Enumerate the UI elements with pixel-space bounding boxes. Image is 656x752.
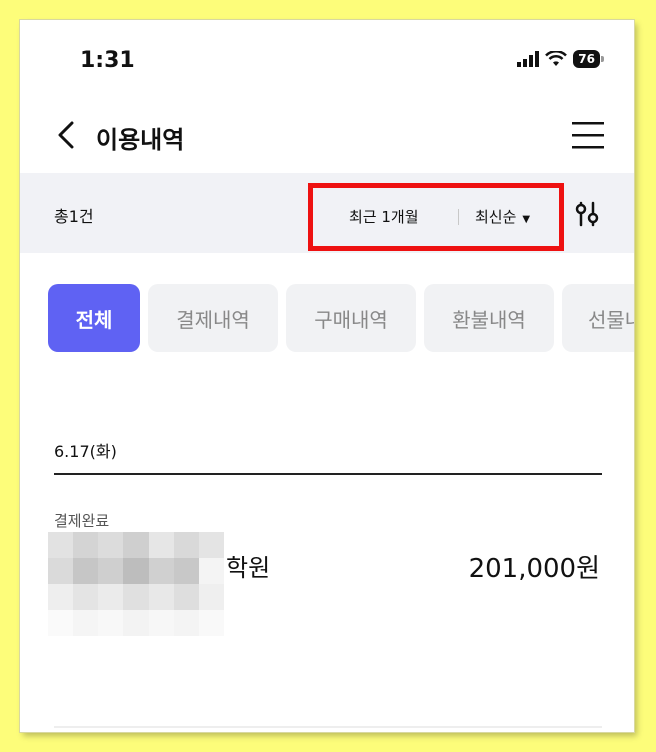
status-bar: 1:31 76 <box>20 20 634 100</box>
signal-icon <box>517 51 540 67</box>
phone-screen: 1:31 76 이용내역 총1건 최근 1개월 최신순 ▼ 전체 결제내역 구매… <box>20 20 634 732</box>
filter-settings-icon[interactable] <box>574 201 600 227</box>
sort-label: 최신순 <box>475 208 517 226</box>
transaction-amount: 201,000원 <box>468 554 600 584</box>
blurred-merchant-name <box>48 532 224 636</box>
category-tabs: 전체 결제내역 구매내역 환불내역 선물내역 <box>48 284 634 352</box>
page-title: 이용내역 <box>96 126 185 154</box>
sort-dropdown[interactable]: 최신순 ▼ <box>475 206 530 227</box>
filter-highlight-box: 최근 1개월 최신순 ▼ <box>308 183 564 251</box>
date-divider <box>54 473 602 475</box>
status-time: 1:31 <box>80 48 135 73</box>
filter-divider <box>458 209 459 225</box>
tab-gift[interactable]: 선물내역 <box>562 284 634 352</box>
status-icons: 76 <box>517 50 604 68</box>
tab-refund[interactable]: 환불내역 <box>424 284 554 352</box>
back-arrow-icon[interactable] <box>54 120 78 150</box>
payment-status: 결제완료 <box>54 512 110 530</box>
total-count: 총1건 <box>54 207 94 226</box>
battery-icon: 76 <box>573 50 604 68</box>
tab-purchase[interactable]: 구매내역 <box>286 284 416 352</box>
app-header: 이용내역 <box>20 102 634 172</box>
filter-bar: 총1건 최근 1개월 최신순 ▼ <box>20 173 634 253</box>
bottom-divider <box>54 726 602 728</box>
hamburger-menu-icon[interactable] <box>572 120 604 150</box>
transaction-date: 6.17(화) <box>54 442 117 461</box>
period-filter[interactable]: 최근 1개월 <box>349 206 419 227</box>
tab-all[interactable]: 전체 <box>48 284 140 352</box>
wifi-icon <box>545 51 568 66</box>
merchant-name: 학원 <box>226 554 271 582</box>
tab-payment[interactable]: 결제내역 <box>148 284 278 352</box>
caret-down-icon: ▼ <box>522 214 531 225</box>
